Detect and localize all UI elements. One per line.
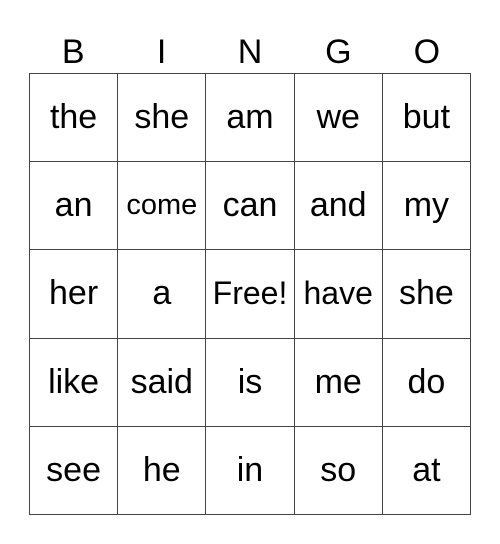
- bingo-cell[interactable]: in: [206, 426, 295, 515]
- bingo-cell[interactable]: but: [382, 74, 471, 163]
- bingo-cell[interactable]: is: [206, 338, 295, 427]
- bingo-cell[interactable]: the: [30, 74, 119, 163]
- header-letter-g: G: [325, 33, 352, 71]
- bingo-cell[interactable]: her: [30, 250, 119, 339]
- bingo-cell[interactable]: a: [118, 250, 207, 339]
- bingo-cell[interactable]: and: [294, 162, 383, 251]
- header-letter-i: I: [156, 33, 167, 71]
- bingo-cell[interactable]: my: [382, 162, 471, 251]
- bingo-header: B I N G O: [29, 30, 471, 74]
- bingo-cell[interactable]: she: [382, 250, 471, 339]
- bingo-cell[interactable]: she: [118, 74, 207, 163]
- bingo-cell[interactable]: see: [30, 426, 119, 515]
- bingo-cell[interactable]: an: [30, 162, 119, 251]
- bingo-cell[interactable]: at: [382, 426, 471, 515]
- bingo-grid: the she am we but an come can and my her…: [29, 73, 471, 515]
- bingo-cell[interactable]: can: [206, 162, 295, 251]
- header-letter-b: B: [61, 33, 85, 71]
- bingo-cell[interactable]: like: [30, 338, 119, 427]
- header-letter-n: N: [237, 33, 263, 71]
- free-space-cell[interactable]: Free!: [206, 250, 295, 339]
- bingo-cell[interactable]: have: [294, 250, 383, 339]
- bingo-cell[interactable]: we: [294, 74, 383, 163]
- bingo-cell[interactable]: am: [206, 74, 295, 163]
- bingo-cell[interactable]: said: [118, 338, 207, 427]
- bingo-cell[interactable]: he: [118, 426, 207, 515]
- bingo-cell[interactable]: do: [382, 338, 471, 427]
- bingo-cell[interactable]: me: [294, 338, 383, 427]
- bingo-cell[interactable]: so: [294, 426, 383, 515]
- bingo-cell[interactable]: come: [118, 162, 207, 251]
- header-letter-o: O: [413, 33, 441, 71]
